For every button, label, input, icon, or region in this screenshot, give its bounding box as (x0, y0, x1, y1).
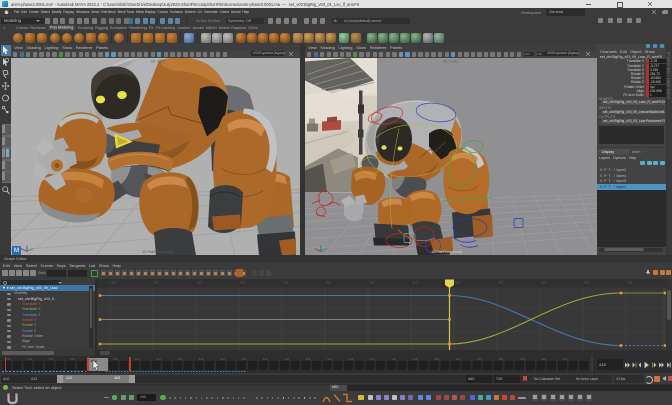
svg-text:411: 411 (154, 280, 159, 284)
svg-text:421: 421 (584, 280, 589, 284)
svg-text:3D PaintServ persp1: 3D PaintServ persp1 (431, 250, 462, 254)
svg-text:3D PaintServ persp1: 3D PaintServ persp1 (142, 250, 173, 254)
svg-text:416: 416 (369, 280, 374, 284)
svg-text:412: 412 (197, 280, 202, 284)
svg-text:415: 415 (326, 280, 331, 284)
svg-text:422: 422 (627, 280, 632, 284)
svg-text:blt : v bdt: blt : v bdt (151, 59, 165, 63)
svg-text:420: 420 (541, 280, 546, 284)
svg-text:417: 417 (412, 280, 417, 284)
svg-text:413: 413 (240, 280, 245, 284)
svg-text:410: 410 (111, 280, 116, 284)
svg-text:414: 414 (283, 280, 288, 284)
svg-text:418: 418 (455, 280, 460, 284)
svg-text:blt : v bdt: blt : v bdt (443, 59, 457, 63)
svg-text:419: 419 (498, 280, 503, 284)
